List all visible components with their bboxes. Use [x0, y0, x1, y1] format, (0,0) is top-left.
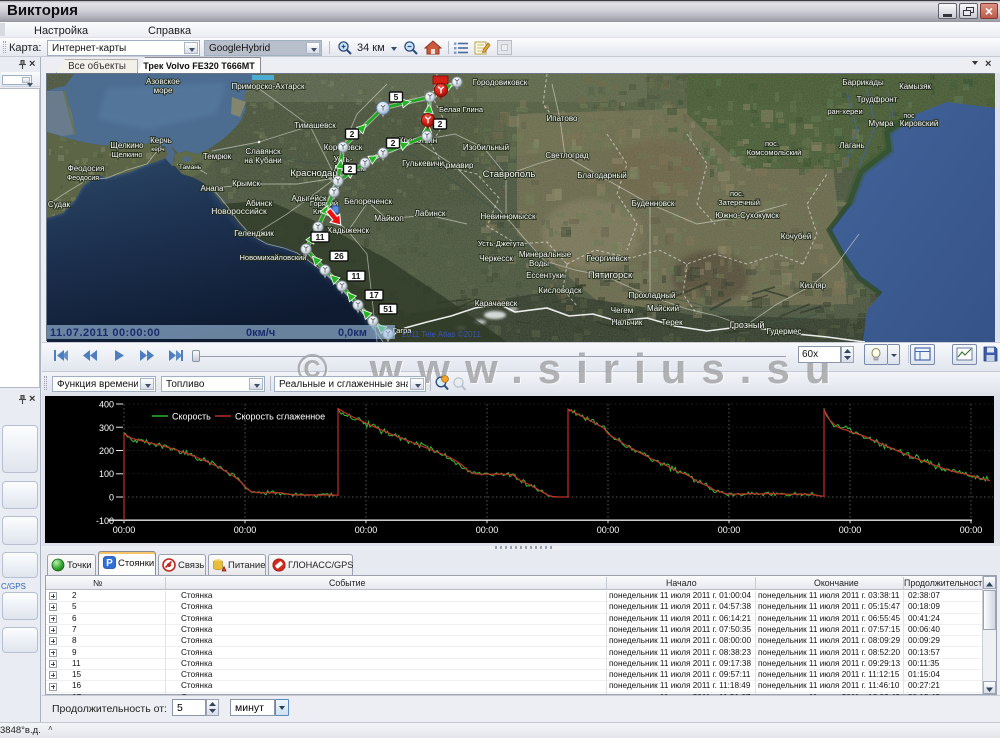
svg-text:Щелкино: Щелкино	[110, 141, 144, 150]
svg-text:P: P	[106, 558, 113, 569]
svg-text:Судак: Судак	[48, 200, 71, 209]
svg-text:море: море	[154, 86, 173, 95]
svg-text:00:00: 00:00	[113, 525, 136, 535]
svg-text:11: 11	[316, 232, 325, 242]
svg-text:Новомихайловский: Новомихайловский	[240, 253, 307, 262]
svg-text:Белая Глина: Белая Глина	[439, 105, 484, 114]
svg-text:2011 Tele Atlas ©2011: 2011 Tele Atlas ©2011	[402, 330, 481, 339]
svg-text:Ессентуки: Ессентуки	[526, 271, 564, 280]
svg-text:Камызяк: Камызяк	[899, 82, 931, 91]
svg-text:Кизляр: Кизляр	[800, 281, 827, 290]
svg-text:Изобильный: Изобильный	[463, 143, 509, 152]
svg-text:11: 11	[352, 271, 361, 281]
svg-text:0,0км: 0,0км	[338, 327, 367, 339]
svg-text:Хадыженск: Хадыженск	[327, 226, 369, 235]
svg-text:Благодарный: Благодарный	[577, 171, 627, 180]
svg-text:2: 2	[348, 164, 353, 174]
svg-text:0: 0	[109, 493, 114, 503]
svg-text:Кочубей: Кочубей	[781, 232, 812, 241]
svg-text:26: 26	[334, 251, 344, 261]
svg-text:Минеральные: Минеральные	[519, 250, 572, 259]
svg-text:11.07.2011 00:00:00: 11.07.2011 00:00:00	[50, 327, 160, 339]
svg-text:Крымск: Крымск	[232, 179, 260, 188]
svg-text:Терек: Терек	[661, 318, 683, 327]
svg-text:Белореченск: Белореченск	[344, 197, 392, 206]
svg-text:Нальчик: Нальчик	[612, 318, 643, 327]
svg-text:на Кубани: на Кубани	[244, 156, 282, 165]
svg-text:Приморско-Ахтарск: Приморско-Ахтарск	[232, 82, 305, 91]
svg-text:Тамань: Тамань	[179, 164, 202, 171]
svg-text:Майкоп: Майкоп	[374, 213, 404, 223]
svg-text:0км/ч: 0км/ч	[246, 327, 275, 339]
svg-text:Краснодар: Краснодар	[290, 168, 337, 179]
svg-text:Прохладный: Прохладный	[629, 291, 676, 300]
svg-text:5: 5	[394, 92, 399, 102]
svg-text:00:00: 00:00	[476, 525, 499, 535]
svg-text:Новороссийск: Новороссийск	[211, 206, 267, 216]
svg-text:Гулькевичи: Гулькевичи	[402, 159, 444, 168]
svg-text:Южно-Сухокумск: Южно-Сухокумск	[715, 211, 779, 220]
svg-text:Затеречный: Затеречный	[718, 198, 760, 207]
svg-text:Армавир: Армавир	[441, 161, 474, 170]
svg-text:Усть-Джегута: Усть-Джегута	[478, 239, 525, 248]
svg-text:Комсомольский: Комсомольский	[747, 148, 802, 157]
svg-text:Кисловодск: Кисловодск	[539, 286, 582, 295]
svg-text:Невинномысск: Невинномысск	[481, 212, 536, 221]
svg-text:2: 2	[350, 129, 355, 139]
svg-text:00:00: 00:00	[718, 525, 741, 535]
svg-text:Баррикады: Баррикады	[842, 78, 884, 87]
svg-text:Кировский: Кировский	[900, 119, 939, 128]
svg-text:00:00: 00:00	[355, 525, 378, 535]
svg-text:Феодосия: Феодосия	[67, 175, 99, 182]
svg-text:Светлоград: Светлоград	[545, 151, 589, 160]
svg-text:100: 100	[99, 469, 114, 479]
svg-text:Грозный: Грозный	[730, 320, 765, 330]
svg-text:Ипатово: Ипатово	[547, 114, 579, 123]
svg-text:2: 2	[438, 119, 443, 129]
svg-text:Черкесск: Черкесск	[479, 254, 513, 263]
svg-text:Мумра: Мумра	[868, 119, 894, 128]
svg-text:пос.: пос.	[730, 189, 744, 198]
svg-text:Скорость: Скорость	[172, 412, 211, 422]
svg-text:200: 200	[99, 446, 114, 456]
svg-text:-100: -100	[96, 516, 114, 526]
svg-text:Славянск: Славянск	[245, 147, 281, 156]
svg-text:Азовское: Азовское	[146, 77, 181, 86]
svg-text:Лабинск: Лабинск	[415, 209, 446, 218]
svg-text:Майский: Майский	[647, 304, 679, 313]
svg-text:00:00: 00:00	[839, 525, 862, 535]
svg-text:пос.: пос.	[765, 139, 779, 148]
svg-text:Скорость сглаженное: Скорость сглаженное	[235, 412, 325, 422]
svg-text:400: 400	[99, 400, 114, 410]
svg-text:00:00: 00:00	[597, 525, 620, 535]
svg-text:Щелкино: Щелкино	[111, 150, 142, 159]
svg-text:00:00: 00:00	[960, 525, 983, 535]
svg-text:00:00: 00:00	[234, 525, 257, 535]
svg-text:Гудермес: Гудермес	[766, 327, 801, 336]
svg-text:Анапа: Анапа	[201, 184, 225, 193]
svg-text:Георгиевск: Георгиевск	[587, 254, 628, 263]
svg-text:ран-хереи: ран-хереи	[827, 107, 862, 116]
svg-text:Карачаевск: Карачаевск	[475, 299, 518, 308]
svg-text:Буденновск: Буденновск	[632, 199, 675, 208]
svg-text:пос: пос	[903, 113, 915, 120]
svg-text:Чегем: Чегем	[611, 306, 633, 315]
svg-text:2: 2	[391, 138, 396, 148]
svg-text:Темрюк: Темрюк	[203, 152, 232, 161]
svg-text:Феодосия: Феодосия	[68, 164, 105, 173]
svg-text:51: 51	[383, 304, 393, 314]
svg-text:Керчь: Керчь	[150, 136, 172, 145]
svg-text:Трудфронт: Трудфронт	[857, 95, 898, 104]
svg-text:керч: керч	[151, 146, 164, 153]
svg-text:Воды: Воды	[529, 259, 549, 268]
svg-text:Городовиковск: Городовиковск	[473, 78, 528, 87]
svg-text:300: 300	[99, 423, 114, 433]
svg-text:Лагань: Лагань	[839, 141, 864, 150]
svg-text:Тимашевск: Тимашевск	[294, 121, 336, 130]
svg-text:Пятигорск: Пятигорск	[588, 270, 633, 281]
svg-text:Ставрополь: Ставрополь	[483, 169, 536, 180]
svg-text:17: 17	[369, 290, 379, 300]
svg-text:Геленджик: Геленджик	[234, 229, 274, 238]
